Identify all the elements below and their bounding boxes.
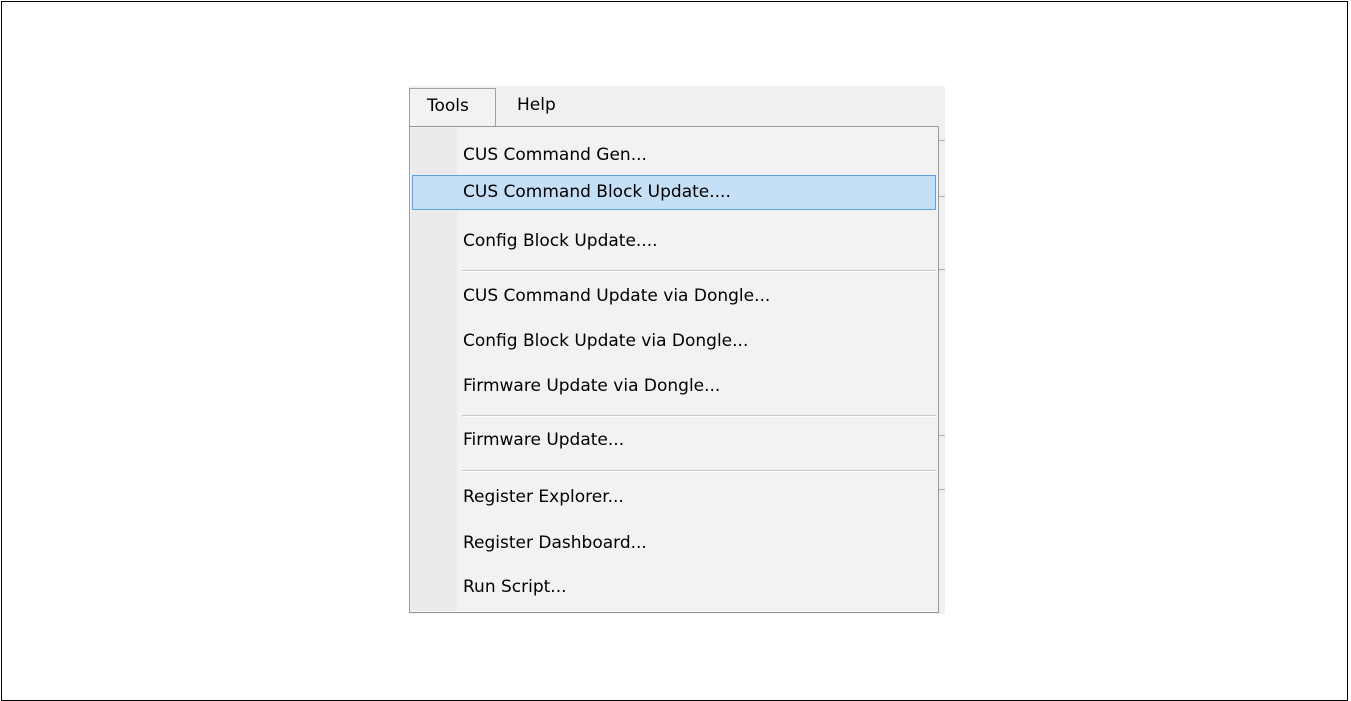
menu-help[interactable]: Help — [496, 88, 566, 126]
menu-bar: Tools Help — [409, 86, 945, 126]
menu-item-firmware-update-via-dongle[interactable]: Firmware Update via Dongle... — [412, 369, 936, 404]
menu-item-run-script[interactable]: Run Script... — [412, 570, 936, 605]
menu-item-register-dashboard[interactable]: Register Dashboard... — [412, 526, 936, 561]
tools-dropdown-menu: CUS Command Gen... CUS Command Block Upd… — [409, 126, 939, 613]
menu-item-cus-command-update-via-dongle[interactable]: CUS Command Update via Dongle... — [412, 279, 936, 314]
menu-item-register-explorer[interactable]: Register Explorer... — [412, 480, 936, 515]
menu-item-config-block-update[interactable]: Config Block Update.... — [412, 224, 936, 259]
menu-separator — [462, 470, 936, 472]
menu-item-firmware-update[interactable]: Firmware Update... — [412, 423, 936, 458]
menu-tools[interactable]: Tools — [409, 88, 496, 126]
menu-item-cus-command-gen[interactable]: CUS Command Gen... — [412, 138, 936, 173]
menu-separator — [462, 270, 936, 272]
menu-separator — [462, 415, 936, 417]
menu-item-cus-command-block-update[interactable]: CUS Command Block Update.... — [412, 175, 936, 210]
menu-item-config-block-update-via-dongle[interactable]: Config Block Update via Dongle... — [412, 324, 936, 359]
